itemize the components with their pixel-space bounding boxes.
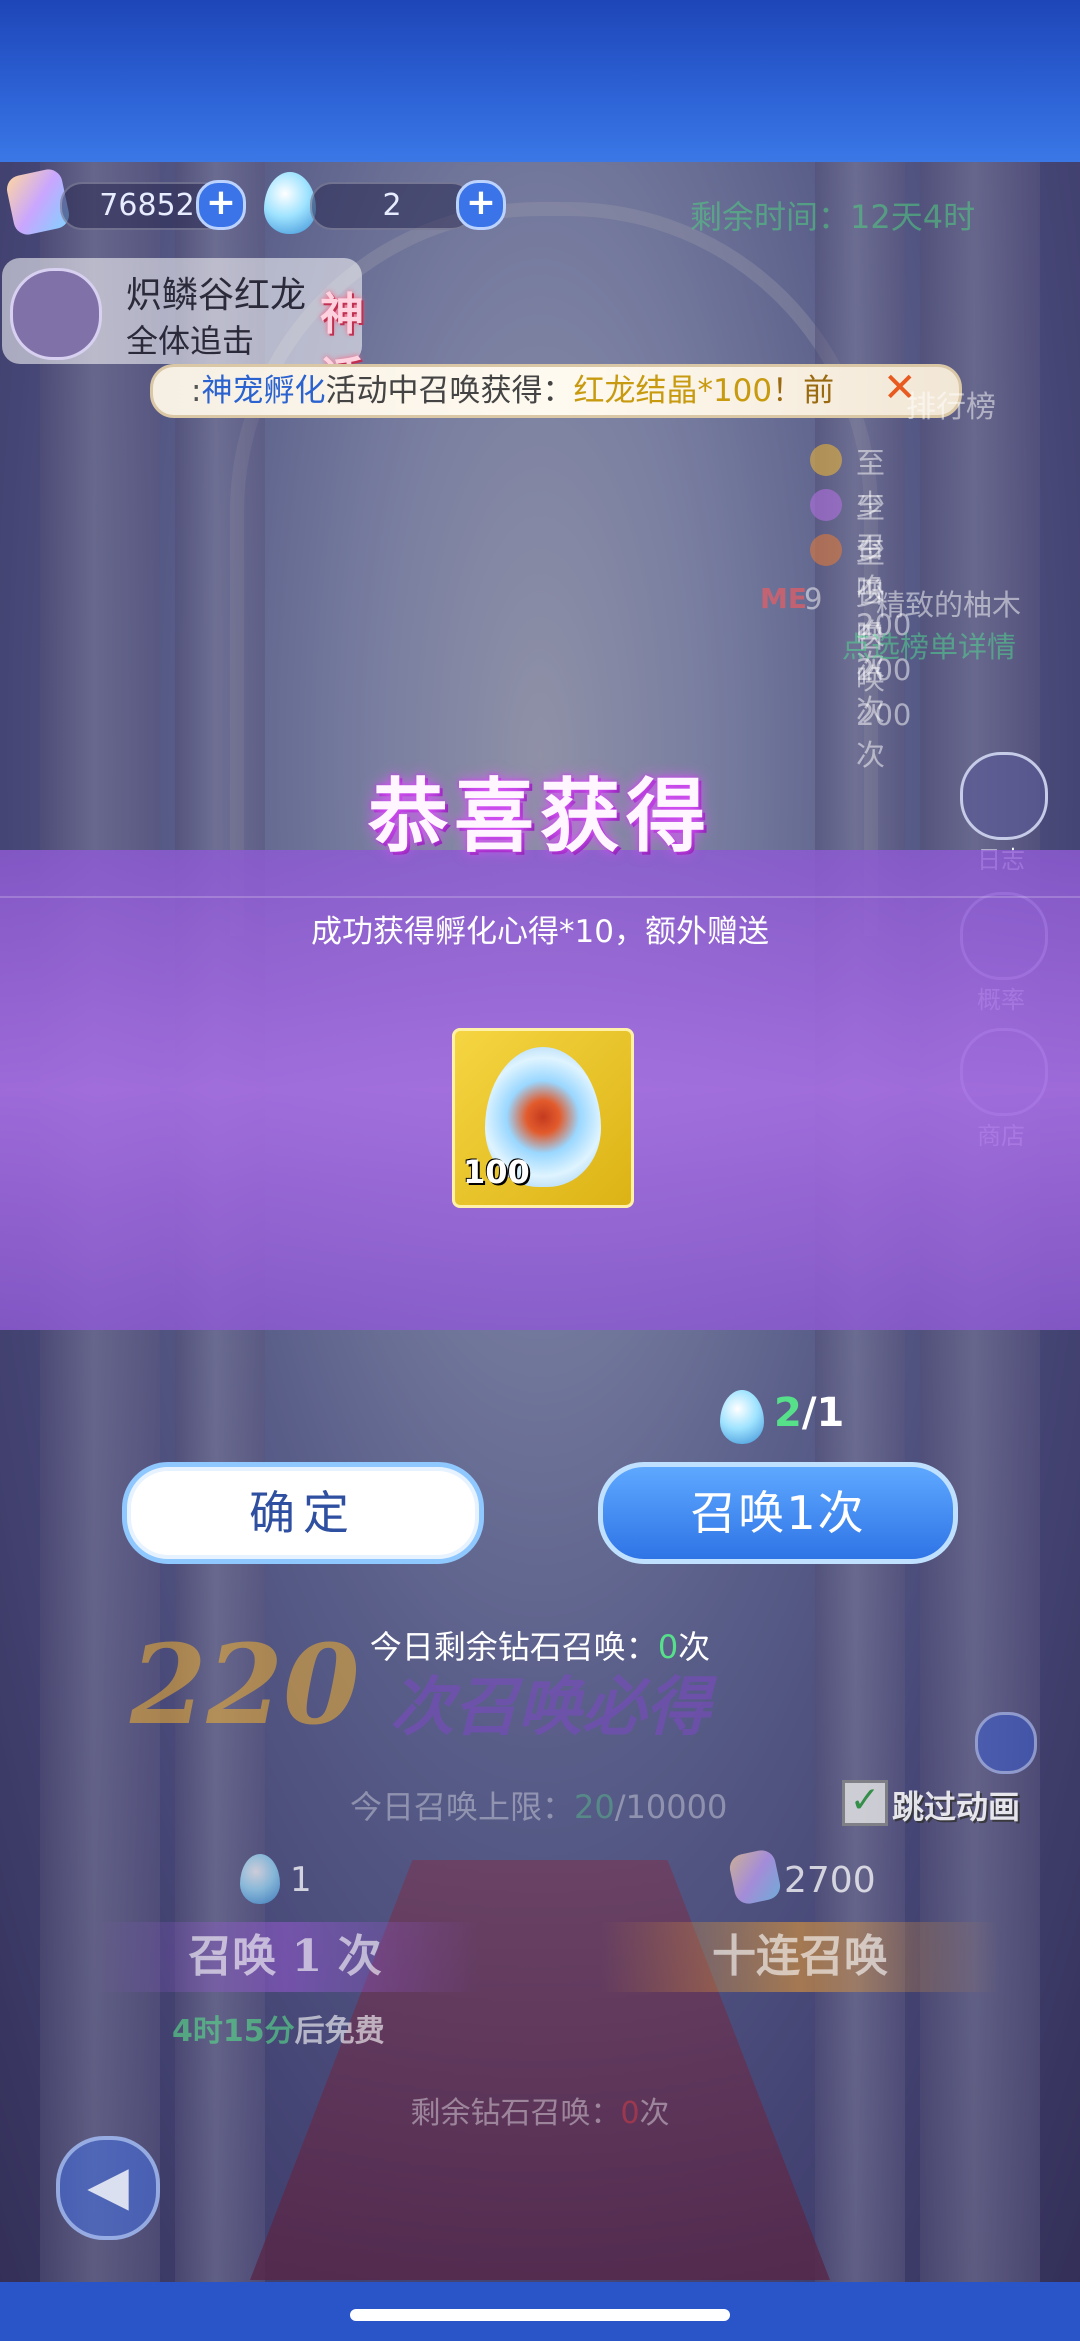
bronze-medal-icon: [810, 534, 842, 566]
announcement-marquee: :神宠孵化活动中召唤获得：红龙结晶*100！前 ✕: [150, 364, 962, 418]
summon-cost: 2/1: [774, 1390, 844, 1436]
free-timer-time: 4时15分: [172, 2014, 295, 2049]
guarantee-number: 220: [130, 1620, 360, 1749]
reward-item-count: 100: [463, 1153, 530, 1191]
ranking-title[interactable]: 排行榜: [906, 382, 996, 426]
egg-count: 2: [382, 188, 402, 223]
summon-once-button[interactable]: 召唤1次: [598, 1462, 958, 1564]
add-diamond-button[interactable]: +: [196, 180, 246, 230]
confirm-button[interactable]: 确定: [122, 1462, 484, 1564]
marquee-item: 红龙结晶*100: [573, 373, 773, 409]
remaining-time: 剩余时间：12天4时: [690, 198, 976, 236]
remaining-count: 0: [620, 2096, 640, 2131]
egg-balance: 2: [310, 182, 474, 230]
single-summon-cost: 1: [290, 1860, 312, 1900]
marquee-prefix: :: [191, 373, 202, 409]
remaining-prefix: 剩余钻石召唤：: [410, 2096, 621, 2131]
view-ranking-link[interactable]: 点选榜单详情: [842, 624, 1016, 666]
daily-limit-used: 20: [574, 1788, 615, 1826]
ten-summon-cost: 2700: [784, 1860, 876, 1901]
summon-cost-owned: 2: [774, 1390, 802, 1436]
add-egg-button[interactable]: +: [456, 180, 506, 230]
ten-summon-label: 十连召唤: [712, 1931, 888, 1982]
boss-avatar: [10, 268, 102, 360]
me-name: 精致的柚木: [876, 588, 1022, 622]
marquee-suffix: ！前: [772, 373, 835, 409]
ten-summon-button[interactable]: 十连召唤: [600, 1922, 1000, 1992]
marquee-activity: 神宠孵化: [201, 373, 326, 409]
single-summon-button[interactable]: 召唤 1 次: [90, 1922, 480, 1992]
remaining-diamond-summons: 剩余钻石召唤：0次: [0, 2088, 1080, 2132]
daily-limit: 今日召唤上限：20/10000: [350, 1782, 727, 1828]
boss-subtitle: 全体追击: [126, 322, 255, 360]
guarantee-text: 次召唤必得: [390, 1670, 710, 1745]
boss-name: 炽鳞谷红龙: [126, 275, 307, 316]
reward-message: 成功获得孵化心得*10，额外赠送: [311, 914, 769, 950]
reward-item-slot[interactable]: 100: [452, 1028, 634, 1208]
daily-limit-total: /10000: [614, 1788, 728, 1826]
gold-medal-icon: [810, 444, 842, 476]
free-timer: 4时15分后免费: [172, 2006, 385, 2050]
reward-title: 恭喜获得: [368, 770, 712, 863]
marquee-text: :神宠孵化活动中召唤获得：红龙结晶*100！前: [191, 371, 834, 411]
marquee-middle: 活动中召唤获得：: [325, 373, 574, 409]
remaining-suffix: 次: [639, 2096, 670, 2131]
single-summon-label: 召唤 1 次: [188, 1931, 382, 1982]
free-timer-suffix: 后免费: [294, 2014, 385, 2049]
panel-divider: [0, 896, 1080, 898]
search-icon[interactable]: [975, 1712, 1037, 1774]
summon-cost-required: /1: [801, 1390, 845, 1436]
me-rank: 9: [804, 582, 823, 616]
me-badge: ME: [760, 582, 807, 615]
skip-animation-label: 跳过动画: [892, 1788, 1021, 1826]
silver-medal-icon: [810, 489, 842, 521]
top-banner: [0, 0, 1080, 162]
back-button[interactable]: ◀: [56, 2136, 160, 2240]
skip-animation-checkbox[interactable]: ✓: [842, 1780, 888, 1826]
home-indicator[interactable]: [350, 2309, 730, 2321]
daily-limit-label: 今日召唤上限：: [350, 1788, 575, 1826]
boss-info[interactable]: 炽鳞谷红龙 全体追击 神话: [2, 258, 364, 404]
checkmark-icon: ✓: [849, 1780, 881, 1821]
back-arrow-icon: ◀: [87, 2154, 129, 2217]
